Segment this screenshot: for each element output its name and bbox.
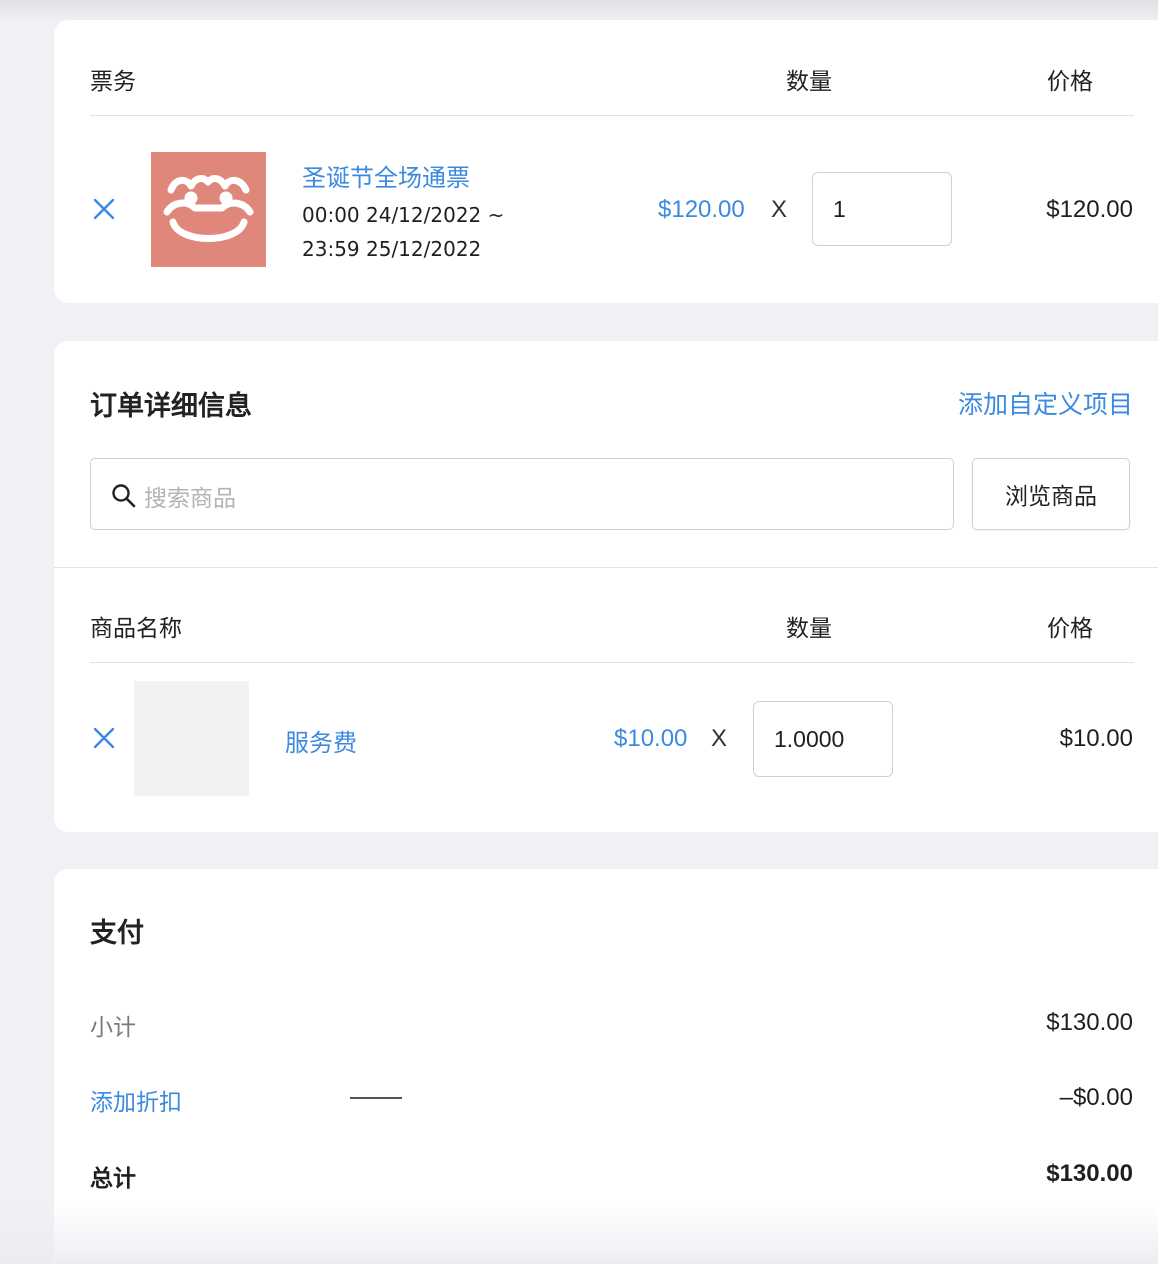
product-line-total: $10.00 [1059,725,1133,752]
search-placeholder: 搜索商品 [144,486,236,512]
add-discount-link[interactable]: 添加折扣 [90,1083,182,1117]
product-name-link[interactable]: 服务费 [285,723,357,758]
product-thumbnail-placeholder [134,681,249,796]
tickets-header-name: 票务 [90,69,136,95]
discount-dash [350,1097,402,1099]
remove-ticket-icon[interactable] [92,197,116,221]
tickets-header-divider [90,115,1134,116]
products-header-price: 价格 [1047,616,1093,642]
products-header-divider [90,662,1134,663]
product-quantity-input[interactable]: 1.0000 [753,701,893,777]
browse-products-button[interactable]: 浏览商品 [972,458,1130,530]
top-shadow [0,0,1158,22]
products-header-name: 商品名称 [90,616,182,642]
tickets-card: 票务 数量 价格 圣诞节全场通票 00:00 24/12/2022 ~ 23:5… [54,20,1158,303]
ticket-quantity-input[interactable]: 1 [812,172,952,246]
tickets-header-price: 价格 [1047,69,1093,95]
search-icon [112,484,136,508]
discount-value: –$0.00 [1059,1084,1133,1111]
remove-product-icon[interactable] [92,726,116,750]
multiply-sign: X [771,196,788,223]
lion-face-icon [163,175,254,242]
products-header-qty: 数量 [786,616,832,642]
ticket-time-end: 23:59 25/12/2022 [302,237,482,261]
ticket-time-start: 00:00 24/12/2022 ~ [302,203,505,227]
product-multiply-sign: X [711,725,728,752]
ticket-unit-price: $120.00 [658,196,745,223]
add-custom-item-link[interactable]: 添加自定义项目 [958,385,1133,421]
product-unit-price: $10.00 [614,725,688,752]
payment-title: 支付 [90,918,144,949]
total-value: $130.00 [1046,1160,1133,1187]
total-label: 总计 [90,1166,136,1192]
ticket-name-link[interactable]: 圣诞节全场通票 [302,158,470,193]
tickets-header-qty: 数量 [786,69,832,95]
order-details-card: 订单详细信息 添加自定义项目 搜索商品 浏览商品 商品名称 数量 价格 服务费 … [54,341,1158,832]
order-section-divider [54,567,1158,568]
search-field[interactable]: 搜索商品 [90,458,954,530]
subtotal-label: 小计 [90,1015,136,1041]
order-details-title: 订单详细信息 [90,391,252,422]
bottom-fade [0,1204,1158,1264]
ticket-thumbnail [151,152,266,267]
subtotal-value: $130.00 [1046,1009,1133,1036]
ticket-line-total: $120.00 [1046,196,1133,223]
